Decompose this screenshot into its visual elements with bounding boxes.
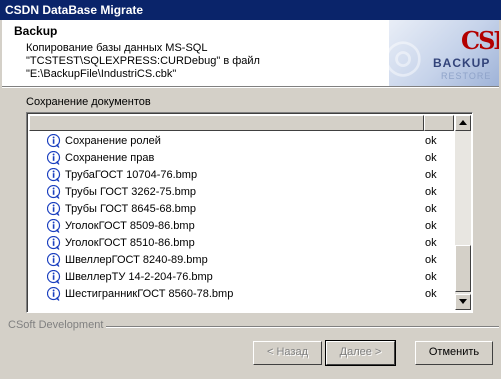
info-icon — [46, 133, 61, 148]
logo-backup-text: BACKUP — [433, 56, 491, 70]
list-item-status: ok — [425, 135, 437, 147]
info-icon — [46, 201, 61, 216]
brand-label: CSoft Development — [8, 319, 104, 331]
info-icon — [46, 167, 61, 182]
header-divider — [2, 86, 499, 88]
list-item[interactable]: УголокГОСТ 8510-86.bmp ok — [29, 235, 454, 252]
info-icon — [46, 235, 61, 250]
scroll-up-button[interactable] — [455, 115, 471, 131]
progress-list[interactable]: Сохранение ролей ok Сохранение прав ok Труба… — [26, 112, 473, 313]
list-item[interactable]: Сохранение ролей ok — [29, 133, 454, 150]
logo-watermark: ◎ — [389, 28, 424, 82]
list-item-name: Трубы ГОСТ 3262-75.bmp — [65, 186, 197, 198]
column-header-name[interactable] — [29, 115, 424, 131]
page-description: Копирование базы данных MS-SQL "TCSTEST\… — [26, 42, 260, 80]
logo-restore-text: RESTORE — [441, 71, 492, 81]
vertical-scrollbar[interactable] — [455, 115, 471, 310]
list-item-name: Сохранение прав — [65, 152, 155, 164]
list-item[interactable]: Сохранение прав ok — [29, 150, 454, 167]
list-item-status: ok — [425, 169, 437, 181]
info-icon — [46, 218, 61, 233]
scroll-down-button[interactable] — [455, 294, 471, 310]
arrow-up-icon — [459, 120, 467, 125]
list-item-status: ok — [425, 254, 437, 266]
group-label: Сохранение документов — [26, 96, 151, 108]
list-item-status: ok — [425, 152, 437, 164]
list-item-name: УголокГОСТ 8509-86.bmp — [65, 220, 195, 232]
list-item-name: Сохранение ролей — [65, 135, 161, 147]
list-item-name: ШестигранникГОСТ 8560-78.bmp — [65, 288, 234, 300]
title-bar[interactable]: CSDN DataBase Migrate — [0, 0, 501, 20]
list-item-status: ok — [425, 288, 437, 300]
column-header-status[interactable] — [424, 115, 454, 131]
list-item[interactable]: УголокГОСТ 8509-86.bmp ok — [29, 218, 454, 235]
window-title: CSDN DataBase Migrate — [5, 3, 144, 17]
info-icon — [46, 252, 61, 267]
list-item[interactable]: Трубы ГОСТ 8645-68.bmp ok — [29, 201, 454, 218]
list-item-name: ТрубаГОСТ 10704-76.bmp — [65, 169, 198, 181]
wizard-header: Backup Копирование базы данных MS-SQL "T… — [2, 20, 499, 86]
footer-divider — [106, 326, 499, 328]
list-item-status: ok — [425, 237, 437, 249]
dialog-window: CSDN DataBase Migrate Backup Копирование… — [0, 0, 501, 379]
back-button[interactable]: < Назад — [253, 341, 322, 365]
cancel-button[interactable]: Отменить — [415, 341, 493, 365]
page-title: Backup — [14, 24, 58, 38]
scroll-thumb[interactable] — [455, 245, 471, 292]
backup-logo: ◎ CSDN BACKUP RESTORE — [389, 20, 499, 86]
list-item[interactable]: ШвеллерТУ 14-2-204-76.bmp ok — [29, 269, 454, 286]
info-icon — [46, 150, 61, 165]
list-item-status: ok — [425, 271, 437, 283]
arrow-down-icon — [459, 299, 467, 304]
info-icon — [46, 269, 61, 284]
info-icon — [46, 184, 61, 199]
list-item-status: ok — [425, 203, 437, 215]
list-item[interactable]: Трубы ГОСТ 3262-75.bmp ok — [29, 184, 454, 201]
list-item-name: ШвеллерТУ 14-2-204-76.bmp — [65, 271, 213, 283]
list-item-name: Трубы ГОСТ 8645-68.bmp — [65, 203, 197, 215]
next-button[interactable]: Далее > — [325, 340, 396, 366]
logo-main: CSDN — [461, 26, 499, 55]
info-icon — [46, 286, 61, 301]
list-item[interactable]: ШвеллерГОСТ 8240-89.bmp ok — [29, 252, 454, 269]
list-item[interactable]: ТрубаГОСТ 10704-76.bmp ok — [29, 167, 454, 184]
list-item-name: ШвеллерГОСТ 8240-89.bmp — [65, 254, 208, 266]
list-item-status: ok — [425, 220, 437, 232]
list-item-name: УголокГОСТ 8510-86.bmp — [65, 237, 195, 249]
list-item[interactable]: ШестигранникГОСТ 8560-78.bmp ok — [29, 286, 454, 303]
list-item-status: ok — [425, 186, 437, 198]
